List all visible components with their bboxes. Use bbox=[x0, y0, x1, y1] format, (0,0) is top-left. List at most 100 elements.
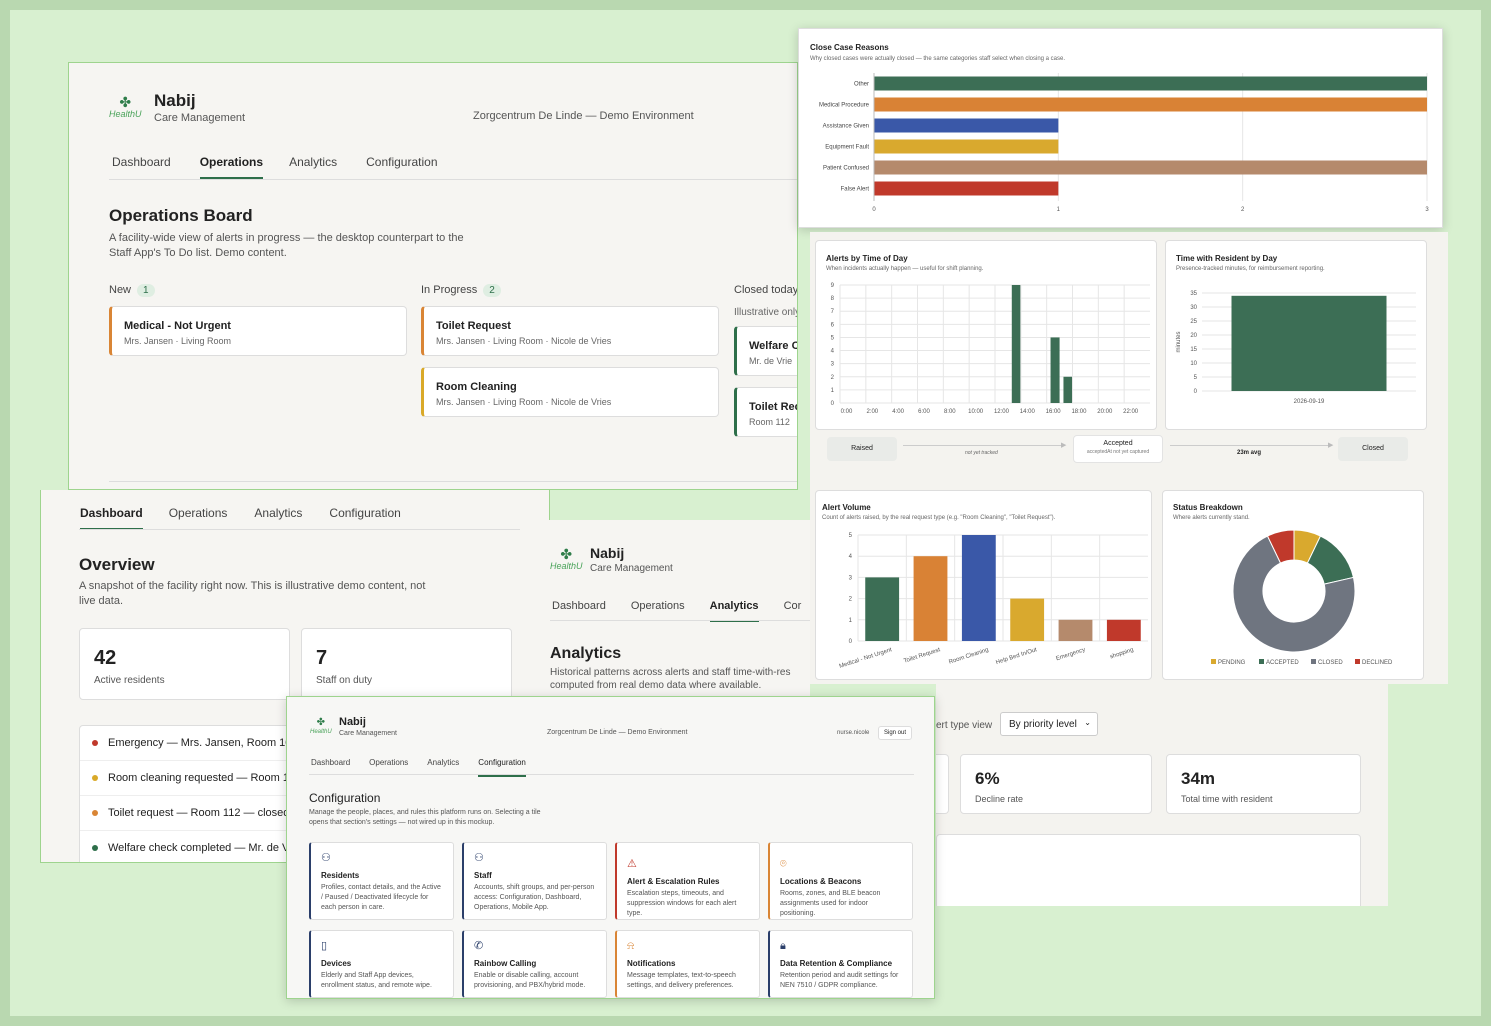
axis-label: minutes bbox=[1176, 331, 1182, 352]
tile-description: Escalation steps, timeouts, and suppress… bbox=[627, 890, 737, 917]
flow-arrow-head: ▶ bbox=[1061, 442, 1067, 449]
tab-configuration[interactable]: Configuration bbox=[366, 155, 437, 169]
tab-operations[interactable]: Operations bbox=[631, 600, 685, 612]
brand-subtitle: Care Management bbox=[339, 730, 397, 737]
alerts-time-card: Alerts by Time of Day When incidents act… bbox=[815, 240, 1157, 430]
card-title: Room Cleaning bbox=[436, 381, 517, 393]
status-dot bbox=[92, 740, 98, 747]
brand-subtitle: Care Management bbox=[154, 112, 246, 124]
flow-arrow bbox=[1170, 445, 1330, 446]
tick-label: 3 bbox=[849, 575, 853, 581]
tick-label: 0 bbox=[1194, 389, 1198, 395]
tick-label: 15 bbox=[1190, 347, 1197, 353]
priority-view-select[interactable]: By priority level ⌄ bbox=[1000, 712, 1098, 736]
tab-operations[interactable]: Operations bbox=[199, 155, 264, 179]
config-tile-alert-rules[interactable]: ⚠ Alert & Escalation Rules Escalation st… bbox=[615, 842, 760, 920]
column-note: Illustrative only bbox=[734, 307, 798, 318]
tab-dashboard[interactable]: Dashboard bbox=[80, 506, 143, 530]
tile-description: Profiles, contact details, and the Activ… bbox=[321, 884, 441, 911]
card-meta: Mrs. Jansen · Living Room · Nicole de Vr… bbox=[436, 336, 612, 346]
bar bbox=[874, 139, 1059, 154]
bar bbox=[1231, 295, 1387, 391]
column-header-closed: Closed today bbox=[734, 284, 798, 296]
bar bbox=[874, 181, 1059, 196]
tick-label: 6 bbox=[831, 322, 835, 328]
sign-out-button[interactable]: Sign out bbox=[878, 726, 913, 740]
config-tile-rainbow-calling[interactable]: ✆ Rainbow Calling Enable or disable call… bbox=[462, 930, 607, 998]
stat-label: Active residents bbox=[94, 675, 165, 686]
time-with-resident-card: Time with Resident by Day Presence-track… bbox=[1165, 240, 1427, 430]
tile-title: Residents bbox=[321, 871, 360, 880]
tick-label: 0 bbox=[831, 401, 835, 407]
config-tile-data-retention[interactable]: 🔒︎ Data Retention & Compliance Retention… bbox=[768, 930, 913, 998]
status-dot bbox=[92, 845, 98, 852]
phone-icon: ✆ bbox=[474, 940, 484, 952]
analytics-lower-window: Alerts by Time of Day When incidents act… bbox=[810, 232, 1448, 684]
tab-analytics[interactable]: Analytics bbox=[709, 600, 759, 622]
card-title: Welfare C bbox=[749, 340, 798, 352]
brand-name: Nabij bbox=[154, 91, 196, 110]
config-tile-notifications[interactable]: ⍾ Notifications Message templates, text-… bbox=[615, 930, 760, 998]
page-description: Historical patterns across alerts and st… bbox=[550, 667, 791, 691]
config-tile-staff[interactable]: ⚇ Staff Accounts, shift groups, and per-… bbox=[462, 842, 607, 920]
config-tile-locations[interactable]: ⌾ Locations & Beacons Rooms, zones, and … bbox=[768, 842, 913, 920]
view-label: ert type view bbox=[936, 720, 993, 731]
tile-description: Enable or disable calling, account provi… bbox=[474, 972, 586, 989]
alert-card[interactable]: Toilet Request Mrs. Jansen · Living Room… bbox=[421, 306, 719, 356]
count-badge: 1 bbox=[137, 284, 155, 297]
legend-swatch bbox=[1211, 659, 1216, 664]
tab-analytics[interactable]: Analytics bbox=[427, 758, 459, 767]
stat-card: 34m Total time with resident bbox=[1166, 754, 1361, 814]
config-tile-residents[interactable]: ⚇ Residents Profiles, contact details, a… bbox=[309, 842, 454, 920]
tab-operations[interactable]: Operations bbox=[169, 506, 228, 520]
card-title: Toilet Rec bbox=[749, 401, 798, 413]
page-title: Overview bbox=[79, 555, 155, 574]
tab-analytics[interactable]: Analytics bbox=[254, 506, 302, 520]
tab-configuration[interactable]: Configuration bbox=[329, 506, 400, 520]
alert-card[interactable]: Toilet Rec Room 112 bbox=[734, 387, 798, 437]
column-header-new: New 1 bbox=[109, 284, 155, 297]
tick-label: 10:00 bbox=[968, 409, 984, 415]
legend-label: CLOSED bbox=[1318, 660, 1343, 666]
tab-operations[interactable]: Operations bbox=[369, 758, 408, 767]
tab-dashboard[interactable]: Dashboard bbox=[552, 600, 606, 612]
tab-analytics[interactable]: Analytics bbox=[289, 155, 337, 169]
config-tile-devices[interactable]: ▯ Devices Elderly and Staff App devices,… bbox=[309, 930, 454, 998]
bar bbox=[1058, 619, 1093, 641]
tile-description: Accounts, shift groups, and per-person a… bbox=[474, 884, 595, 911]
staff-icon: ⚇ bbox=[474, 852, 484, 864]
tick-label: 30 bbox=[1190, 305, 1197, 311]
category-label: Assistance Given bbox=[823, 124, 869, 130]
legend-swatch bbox=[1311, 659, 1316, 664]
tab-configuration[interactable]: Cor bbox=[784, 600, 802, 612]
flow-accepted: Accepted acceptedAt not yet captured bbox=[1073, 435, 1163, 463]
tick-label: 3 bbox=[831, 362, 835, 368]
stat-value: 42 bbox=[94, 647, 117, 669]
tick-label: shopping bbox=[1109, 647, 1134, 660]
tab-dashboard[interactable]: Dashboard bbox=[112, 155, 171, 169]
stat-label: Decline rate bbox=[975, 794, 1024, 804]
main-nav: Dashboard Operations Analytics Configura… bbox=[311, 758, 526, 777]
tick-label: 1 bbox=[849, 618, 853, 624]
healthu-logo: ✤ HealthU bbox=[109, 94, 142, 119]
alert-card[interactable]: Welfare C Mr. de Vrie bbox=[734, 326, 798, 376]
tick-label: 4:00 bbox=[892, 409, 904, 415]
brand-name: Nabij bbox=[339, 716, 366, 728]
alert-card[interactable]: Room Cleaning Mrs. Jansen · Living Room … bbox=[421, 367, 719, 417]
card-title: Medical - Not Urgent bbox=[124, 320, 231, 332]
nav-divider bbox=[309, 774, 914, 775]
tab-dashboard[interactable]: Dashboard bbox=[311, 758, 350, 767]
alert-card[interactable]: Medical - Not Urgent Mrs. Jansen · Livin… bbox=[109, 306, 407, 356]
tick-label: 2:00 bbox=[866, 409, 878, 415]
select-value: By priority level bbox=[1009, 719, 1077, 730]
time-with-resident-chart: 0 5 10 15 20 25 30 35 minutes 2026-09-19 bbox=[1176, 291, 1416, 405]
nav-divider bbox=[79, 529, 549, 530]
status-dot bbox=[92, 810, 98, 817]
tab-configuration[interactable]: Configuration bbox=[478, 758, 526, 777]
tile-title: Alert & Escalation Rules bbox=[627, 877, 720, 886]
flow-arrow bbox=[903, 445, 1063, 446]
configuration-window: ✤ HealthU Nabij Care Management Zorgcentr… bbox=[286, 696, 935, 999]
flow-avg: 23m avg bbox=[1237, 450, 1262, 456]
page-description: A facility-wide view of alerts in progre… bbox=[109, 232, 464, 259]
flow-arrow-head: ▶ bbox=[1328, 442, 1334, 449]
